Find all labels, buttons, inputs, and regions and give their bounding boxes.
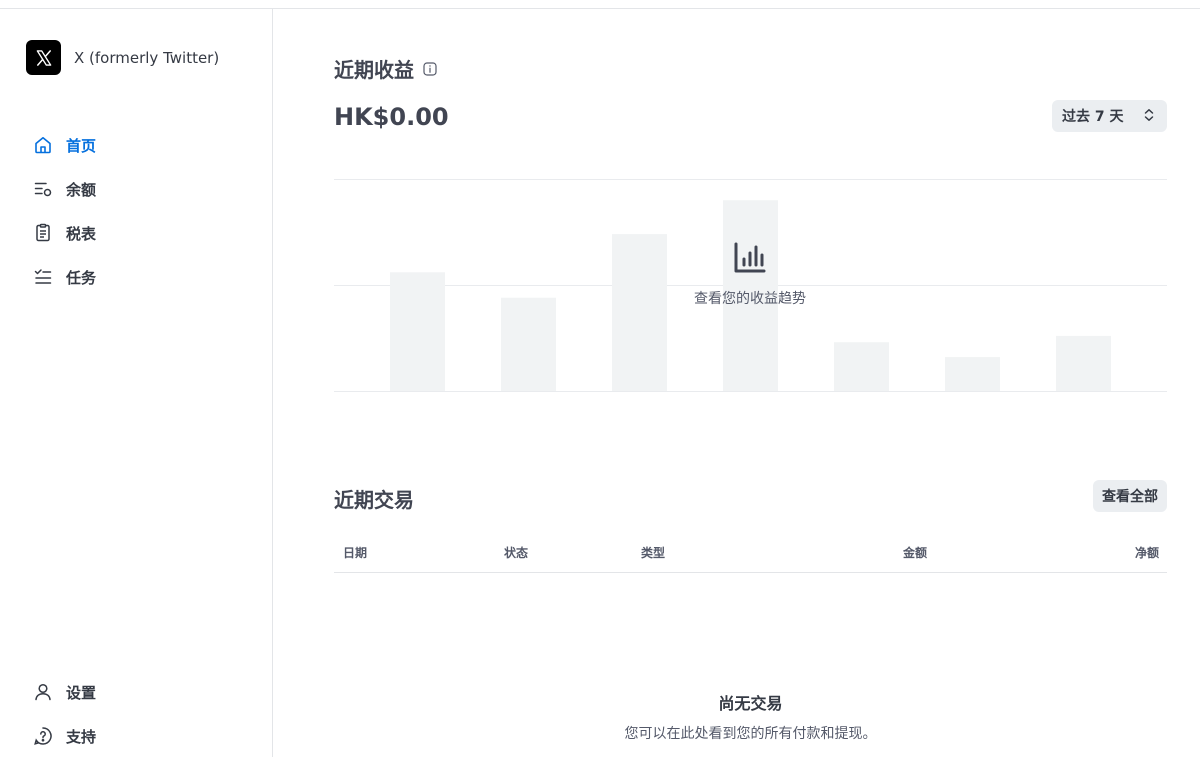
sidebar-item-tax-forms[interactable]: 税表 bbox=[32, 211, 96, 255]
chart-empty-message: 查看您的收益趋势 bbox=[694, 291, 806, 307]
chart-bar bbox=[834, 342, 889, 391]
bar-chart-icon bbox=[733, 241, 767, 279]
home-icon bbox=[32, 134, 54, 156]
column-header-type[interactable]: 类型 bbox=[641, 544, 665, 561]
balance-icon bbox=[32, 178, 54, 200]
sidebar-item-label: 余额 bbox=[66, 180, 97, 199]
sidebar-bottom-nav: 设置 支持 bbox=[32, 670, 96, 758]
column-header-amount[interactable]: 金额 bbox=[903, 544, 927, 561]
main-content: 近期收益 HK$0.00 过去 7 天 查看您的收益趋势 近期交易 查看全部 日… bbox=[334, 9, 1167, 757]
chart-bar bbox=[501, 297, 556, 391]
tax-form-icon bbox=[32, 222, 54, 244]
chart-bar bbox=[612, 234, 667, 391]
sidebar-item-tasks[interactable]: 任务 bbox=[32, 255, 96, 299]
chart-bar bbox=[945, 357, 1000, 391]
sidebar-item-balance[interactable]: 余额 bbox=[32, 167, 96, 211]
sidebar-item-home[interactable]: 首页 bbox=[32, 123, 96, 167]
transactions-title: 近期交易 bbox=[334, 488, 414, 512]
help-icon bbox=[32, 725, 54, 747]
earnings-amount: HK$0.00 bbox=[334, 103, 449, 131]
chevron-up-down-icon bbox=[1143, 107, 1155, 126]
date-range-value: 过去 7 天 bbox=[1062, 109, 1124, 125]
sidebar-item-label: 设置 bbox=[66, 683, 97, 702]
info-icon[interactable] bbox=[423, 61, 437, 76]
earnings-title: 近期收益 bbox=[334, 58, 414, 82]
sidebar-item-label: 首页 bbox=[66, 136, 97, 155]
sidebar-item-support[interactable]: 支持 bbox=[32, 714, 96, 758]
date-range-select[interactable]: 过去 7 天 bbox=[1052, 100, 1167, 132]
transactions-empty-title: 尚无交易 bbox=[718, 694, 783, 713]
sidebar-nav: 首页 余额 税表 任务 bbox=[32, 123, 96, 299]
sidebar-item-settings[interactable]: 设置 bbox=[32, 670, 96, 714]
chart-bar bbox=[1056, 335, 1111, 391]
column-header-date[interactable]: 日期 bbox=[343, 544, 367, 561]
sidebar: X (formerly Twitter) 首页 余额 税表 任务 设置 支持 bbox=[0, 9, 273, 757]
sidebar-item-label: 支持 bbox=[66, 727, 97, 746]
earnings-header: 近期收益 bbox=[334, 54, 437, 83]
transactions-empty-subtitle: 您可以在此处看到您的所有付款和提现。 bbox=[624, 726, 877, 742]
sidebar-item-label: 税表 bbox=[66, 224, 97, 243]
account-brand[interactable]: X (formerly Twitter) bbox=[26, 40, 219, 75]
chart-empty-state: 查看您的收益趋势 bbox=[690, 241, 810, 308]
tasks-icon bbox=[32, 266, 54, 288]
earnings-chart: 查看您的收益趋势 bbox=[334, 179, 1167, 393]
user-icon bbox=[32, 681, 54, 703]
chart-bar bbox=[390, 272, 445, 391]
account-name: X (formerly Twitter) bbox=[74, 48, 220, 67]
x-logo-icon bbox=[26, 40, 61, 75]
view-all-button[interactable]: 查看全部 bbox=[1093, 480, 1167, 512]
column-header-net[interactable]: 净额 bbox=[1135, 544, 1159, 561]
column-header-status[interactable]: 状态 bbox=[504, 544, 528, 561]
transactions-table-header: 日期 状态 类型 金额 净额 bbox=[334, 536, 1167, 573]
sidebar-item-label: 任务 bbox=[66, 268, 97, 287]
